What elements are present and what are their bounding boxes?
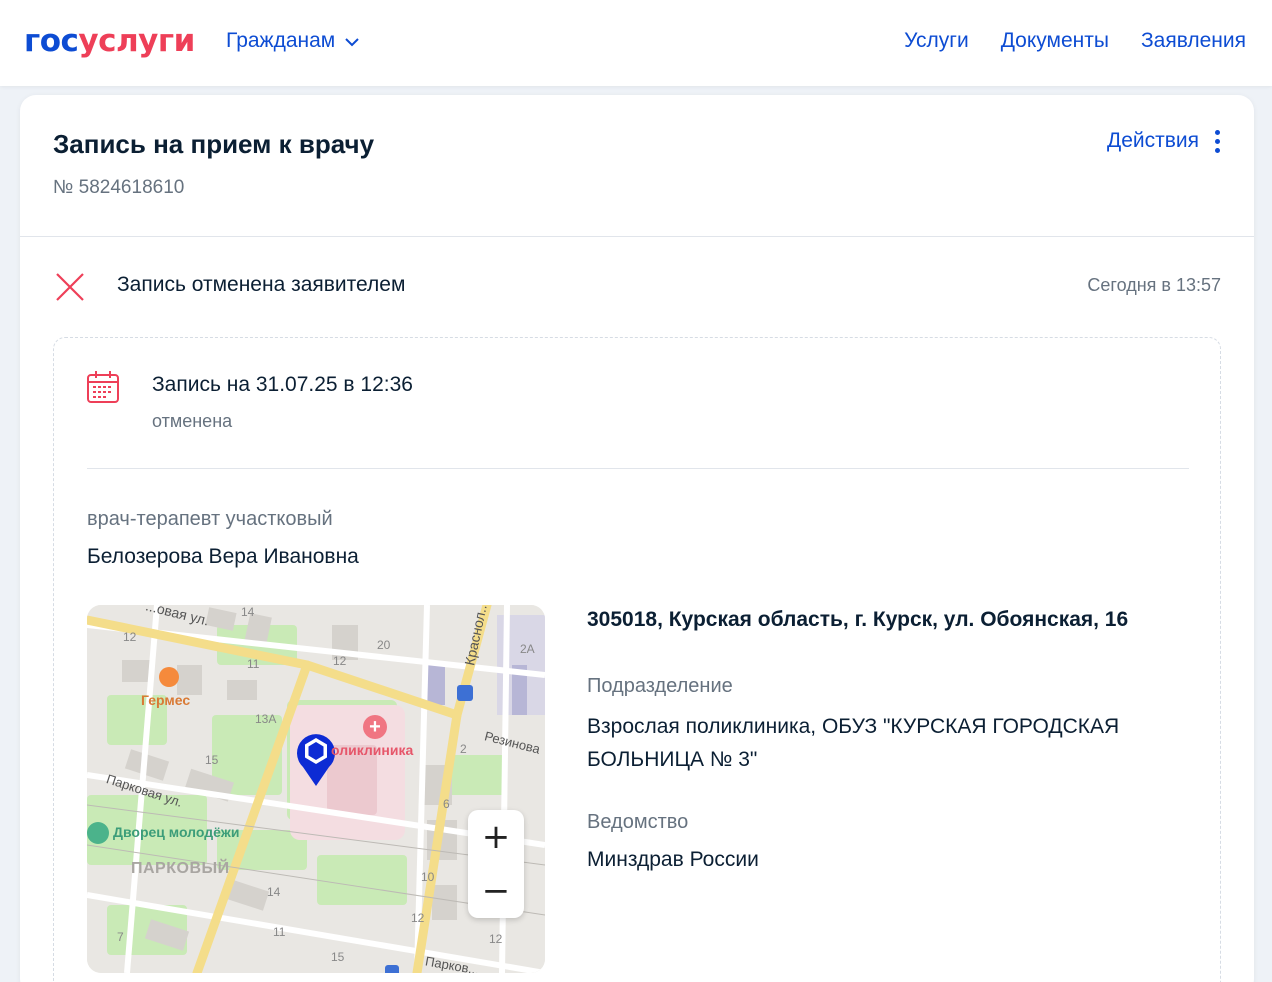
logo-part-uslugi: услуги (78, 23, 195, 59)
clinic-address: 305018, Курская область, г. Курск, ул. О… (587, 608, 1129, 631)
house-number: 14 (267, 885, 281, 899)
location-map[interactable]: + ...овая ул. Краснол... Резинова Парков… (87, 605, 545, 973)
map-label: Дворец молодёжи (113, 824, 240, 840)
house-number: 2А (520, 642, 535, 656)
divider (20, 236, 1254, 237)
house-number: 12 (333, 654, 347, 668)
calendar-icon (87, 371, 119, 403)
map-label: ПАРКОВЫЙ (131, 860, 230, 877)
actions-label: Действия (1106, 129, 1199, 152)
appointment-details: Запись на 31.07.25 в 12:36 отменена врач… (53, 337, 1221, 982)
zoom-out-button[interactable]: − (468, 864, 524, 918)
house-number: 15 (331, 950, 345, 964)
order-card: Запись на прием к врачу № 5824618610 Дей… (20, 95, 1254, 982)
divider (87, 468, 1189, 469)
kebab-menu-icon (1215, 129, 1220, 153)
house-number: 12 (123, 630, 137, 644)
status-timestamp: Сегодня в 13:57 (1087, 275, 1221, 295)
citizens-menu[interactable]: Гражданам (226, 29, 359, 53)
house-number: 11 (273, 925, 286, 939)
house-number: 7 (117, 930, 124, 944)
top-header: госуслуги Гражданам Услуги Документы Зая… (0, 0, 1272, 86)
bus-stop-icon (457, 685, 473, 701)
map-zoom-control: + − (468, 810, 524, 918)
department-value: Минздрав России (587, 848, 759, 871)
cafe-icon (159, 667, 179, 687)
logo-part-gos: гос (24, 23, 79, 59)
map-pin-icon[interactable] (295, 731, 337, 787)
house-number: 2 (460, 742, 467, 756)
house-number: 12 (411, 911, 425, 925)
department-label: Ведомство (587, 811, 689, 833)
subdivision-value: Взрослая поликлиника, ОБУЗ "КУРСКАЯ ГОРО… (587, 715, 1120, 771)
house-number: 12 (489, 932, 503, 946)
house-number: 11 (247, 657, 260, 671)
doctor-name: Белозерова Вера Ивановна (87, 545, 359, 568)
close-icon (56, 273, 84, 301)
appointment-title: Запись на 31.07.25 в 12:36 (152, 373, 413, 396)
map-label: оликлиника (331, 742, 414, 758)
appointment-status: отменена (152, 411, 233, 431)
nav-link-services[interactable]: Услуги (904, 29, 969, 53)
page-title: Запись на прием к врачу (53, 129, 375, 159)
house-number: 6 (443, 797, 450, 811)
actions-button[interactable]: Действия (1107, 129, 1220, 153)
house-number: 15 (205, 753, 219, 767)
house-number: 10 (421, 870, 435, 884)
citizens-menu-label: Гражданам (226, 29, 336, 52)
bus-stop-icon (385, 965, 399, 973)
hospital-icon: + (363, 715, 387, 739)
house-number: 13А (255, 712, 277, 726)
house-number: 20 (377, 638, 391, 652)
zoom-in-button[interactable]: + (468, 810, 524, 864)
house-number: 14 (241, 605, 255, 619)
gosuslugi-logo[interactable]: госуслуги (24, 22, 195, 60)
nav-link-applications[interactable]: Заявления (1141, 29, 1246, 53)
subdivision-label: Подразделение (587, 675, 733, 697)
top-nav: Услуги Документы Заявления (904, 29, 1246, 53)
nav-link-documents[interactable]: Документы (1001, 29, 1109, 53)
doctor-role: врач-терапевт участковый (87, 508, 333, 530)
chevron-down-icon (345, 37, 359, 46)
order-number: № 5824618610 (53, 177, 185, 198)
map-label: Гермес (141, 692, 191, 708)
museum-icon (87, 822, 109, 844)
status-text: Запись отменена заявителем (117, 273, 406, 296)
